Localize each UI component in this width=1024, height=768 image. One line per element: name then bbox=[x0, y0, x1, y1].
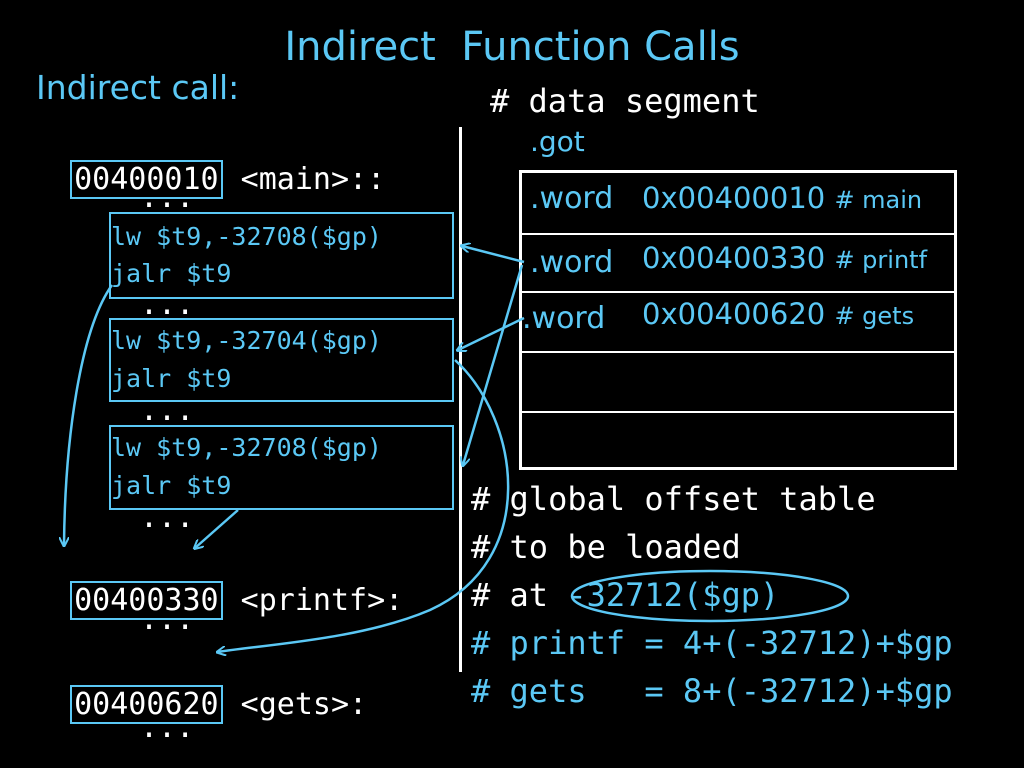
arrow-block-1-to-printf bbox=[64, 284, 114, 545]
arrow-block-2-to-gets bbox=[218, 359, 510, 652]
highlight-ellipse bbox=[570, 569, 850, 623]
arrow-got-printf-to-block-1 bbox=[462, 246, 525, 264]
arrows-overlay bbox=[0, 0, 850, 768]
arrow-got-gets-to-block-2 bbox=[458, 316, 525, 350]
arrow-block-3-to-printf bbox=[195, 509, 239, 548]
arrow-got-printf-to-block-3 bbox=[463, 264, 524, 465]
